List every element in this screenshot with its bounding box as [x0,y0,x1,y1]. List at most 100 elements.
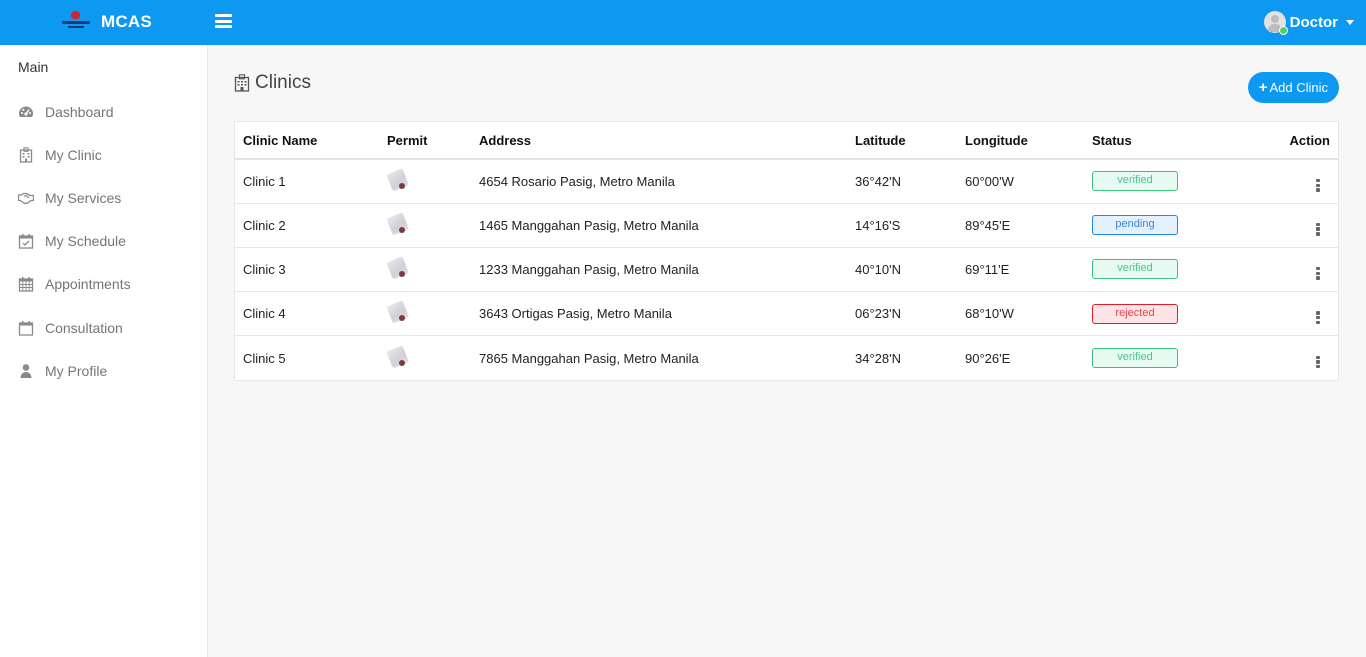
longitude-cell: 90°26'E [965,350,1011,366]
calendar-icon [18,320,34,336]
table-row: Clinic 1 4654 Rosario Pasig, Metro Manil… [235,159,1338,204]
sidebar-item-label: My Profile [45,362,108,379]
permit-cell [379,291,471,337]
more-actions-icon[interactable] [1314,311,1322,325]
permit-cell [379,247,471,293]
status-cell: pending [1084,203,1234,248]
sidebar-section-title: Main [18,59,49,75]
permit-image[interactable] [386,168,409,192]
sidebar-item-consultation[interactable]: Consultation [0,306,207,349]
handshake-icon [18,190,34,206]
address-cell: 4654 Rosario Pasig, Metro Manila [471,159,847,204]
sidebar-item-my-profile[interactable]: My Profile [0,349,207,392]
longitude-cell: 89°45'E [957,203,1084,248]
sidebar-item-my-services[interactable]: My Services [0,176,207,219]
caret-down-icon [1346,19,1354,25]
status-badge: rejected [1092,303,1178,324]
user-icon [18,363,34,379]
status-cell: rejected [1084,291,1234,337]
permit-image[interactable] [386,212,409,236]
hamburger-icon [215,14,232,17]
user-menu-dropdown[interactable]: Doctor [1263,11,1354,35]
column-header-clinic-name[interactable]: Clinic Name [235,122,379,160]
add-clinic-button[interactable]: + Add Clinic [1247,72,1339,103]
page-title: Clinics [234,72,311,94]
more-actions-icon[interactable] [1314,266,1322,280]
clinic-name-cell: Clinic 2 [235,203,379,248]
dashboard-icon [18,104,34,120]
more-actions-icon[interactable] [1314,355,1322,369]
table-row: Clinic 2 1465 Manggahan Pasig, Metro Man… [235,203,1338,248]
hospital-icon [234,74,250,92]
sidebar-item-my-clinic[interactable]: My Clinic [0,133,207,176]
permit-image[interactable] [386,256,409,280]
sidebar-item-label: My Services [45,189,122,206]
status-badge: verified [1092,259,1178,280]
status-badge: pending [1092,215,1178,236]
address-cell: 1465 Manggahan Pasig, Metro Manila [471,203,847,248]
column-header-longitude[interactable]: Longitude [957,122,1084,160]
column-header-latitude[interactable]: Latitude [847,122,957,160]
user-name: Doctor [1289,13,1338,31]
more-actions-icon[interactable] [1314,222,1322,236]
sidebar-item-label: My Schedule [45,233,126,250]
sidebar-item-label: Dashboard [45,103,114,120]
address-cell: 1233 Manggahan Pasig, Metro Manila [471,247,847,293]
menu-toggle-button[interactable] [215,14,232,28]
sidebar-item-label: My Clinic [45,146,102,163]
page-title-text: Clinics [255,72,311,93]
status-badge: verified [1092,348,1178,369]
app-name: MCAS [101,12,152,31]
latitude-cell: 34°28'N [855,350,901,366]
latitude-cell: 14°16'S [847,203,957,248]
table-header-row: Clinic Name Permit Address Latitude Long… [235,122,1338,160]
table-row: Clinic 4 3643 Ortigas Pasig, Metro Manil… [235,291,1338,337]
online-status-icon [1278,26,1288,35]
status-cell: verified [1084,159,1234,204]
calendar-check-icon [18,233,34,249]
plus-icon: + [1258,79,1268,96]
longitude-cell: 68°10'W [957,291,1084,337]
action-cell [1234,336,1338,380]
main-content: Clinics + Add Clinic Clinic Name Permit … [208,45,1366,657]
clinic-name-cell: Clinic 1 [235,159,379,204]
latitude-cell: 36°42'N [847,159,957,204]
top-navbar: MCAS Doctor [0,0,1366,45]
longitude-cell: 69°11'E [957,247,1084,293]
sidebar-item-label: Consultation [45,319,123,336]
longitude-cell: 60°00'W [957,159,1084,204]
more-actions-icon[interactable] [1314,178,1322,192]
permit-image[interactable] [386,345,409,369]
clinic-name-cell: Clinic 5 [243,350,286,366]
avatar [1263,11,1288,35]
address-cell: 7865 Manggahan Pasig, Metro Manila [479,350,699,366]
sidebar-item-appointments[interactable]: Appointments [0,263,207,306]
sidebar-item-my-schedule[interactable]: My Schedule [0,220,207,263]
table-row: Clinic 5 7865 Manggahan Pasig, Metro Man… [235,336,1338,380]
clinics-table-container: Clinic Name Permit Address Latitude Long… [234,121,1339,381]
column-header-permit[interactable]: Permit [379,122,471,160]
clinics-table: Clinic Name Permit Address Latitude Long… [235,122,1338,380]
clinic-name-cell: Clinic 3 [235,247,379,293]
logo[interactable]: MCAS [60,9,152,35]
latitude-cell: 40°10'N [847,247,957,293]
column-header-address[interactable]: Address [471,122,847,160]
permit-cell [379,336,471,380]
sidebar-item-dashboard[interactable]: Dashboard [0,90,207,133]
status-cell: verified [1084,247,1234,293]
action-cell [1234,247,1338,293]
sidebar-nav: Dashboard My Clinic My Services My Sched… [0,90,207,392]
clinic-name-cell: Clinic 4 [235,291,379,337]
column-header-status[interactable]: Status [1084,122,1234,160]
action-cell [1234,159,1338,204]
table-row: Clinic 3 1233 Manggahan Pasig, Metro Man… [235,247,1338,293]
action-cell [1234,203,1338,248]
status-badge: verified [1092,171,1178,192]
permit-cell [379,159,471,204]
permit-image[interactable] [386,300,409,324]
column-header-action: Action [1234,122,1338,160]
add-clinic-label: Add Clinic [1269,80,1328,95]
status-cell: verified [1084,336,1234,380]
action-cell [1234,291,1338,337]
sidebar: Main Dashboard My Clinic My Services My … [0,45,208,657]
